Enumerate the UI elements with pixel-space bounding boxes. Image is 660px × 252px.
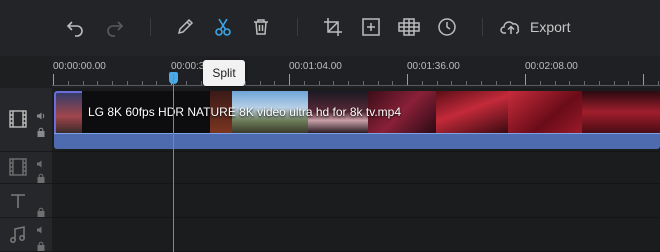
ruler-tick — [436, 81, 438, 85]
export-label: Export — [530, 19, 571, 35]
ruler-tick — [525, 74, 526, 85]
ruler-tick — [613, 81, 615, 85]
mosaic-icon[interactable] — [396, 14, 422, 40]
ruler-tick — [451, 81, 453, 85]
ruler-tick — [97, 81, 99, 85]
clip-thumbnail — [582, 91, 660, 133]
ruler-tick — [510, 81, 512, 85]
track-lock-icon[interactable] — [36, 124, 46, 137]
clip-thumbnail — [508, 91, 582, 133]
music-track-header — [0, 218, 52, 252]
ruler-tick — [348, 81, 349, 85]
text-track-lane[interactable] — [52, 184, 660, 218]
ruler-tick — [185, 81, 187, 85]
music-note-icon — [7, 224, 29, 246]
timeline-ruler[interactable]: 00:00:00.00 00:00:32.00 00:01:04.00 00:0… — [52, 56, 660, 88]
delete-trash-icon[interactable] — [248, 14, 274, 40]
ruler-tick — [539, 81, 541, 85]
ruler-tick — [318, 81, 320, 85]
ruler-label: 00:02:08.00 — [525, 61, 578, 72]
ruler-tick — [141, 81, 143, 85]
ruler-label: 00:01:36.00 — [407, 61, 460, 72]
ruler-tick — [466, 81, 467, 85]
redo-icon[interactable] — [102, 14, 128, 40]
track-lock-icon[interactable] — [36, 170, 46, 183]
video-film-icon — [7, 108, 29, 130]
ruler-tick — [584, 81, 585, 85]
ruler-tick — [407, 74, 408, 85]
ruler-tick — [421, 81, 423, 85]
audio-mute-icon[interactable] — [36, 108, 46, 120]
ruler-tick — [598, 81, 600, 85]
audio-mute-icon[interactable] — [36, 222, 46, 234]
editor-toolbar: Export — [0, 0, 660, 56]
text-t-icon — [7, 190, 29, 212]
ruler-tick — [495, 81, 497, 85]
ruler-tick — [657, 81, 659, 85]
toolbar-divider — [297, 18, 298, 36]
ruler-tick — [303, 81, 305, 85]
clip-audio-waveform — [54, 133, 660, 149]
ruler-tick — [200, 81, 202, 85]
crop-icon[interactable] — [320, 14, 346, 40]
ruler-tick — [480, 81, 482, 85]
undo-icon[interactable] — [62, 14, 88, 40]
toolbar-divider — [150, 18, 151, 36]
overlay-track-lane[interactable] — [52, 152, 660, 184]
audio-mute-icon[interactable] — [36, 156, 46, 168]
video-clip[interactable]: LG 8K 60fps HDR NATURE 8K video ultra hd… — [54, 91, 660, 149]
video-track-header — [0, 88, 52, 152]
ruler-tick — [82, 81, 84, 85]
ruler-tick — [333, 81, 335, 85]
ruler-tick — [274, 81, 276, 85]
export-icon — [500, 21, 520, 34]
ruler-tick — [126, 81, 128, 85]
ruler-tick — [156, 81, 158, 85]
edit-pencil-icon[interactable] — [172, 14, 198, 40]
ruler-tick — [569, 81, 571, 85]
music-track-lane[interactable] — [52, 218, 660, 252]
track-lock-icon[interactable] — [36, 238, 46, 251]
track-lock-icon[interactable] — [36, 204, 46, 217]
text-track-header — [0, 184, 52, 218]
clip-title: LG 8K 60fps HDR NATURE 8K video ultra hd… — [88, 105, 402, 119]
ruler-tick — [554, 81, 556, 85]
ruler-tick — [67, 81, 69, 85]
ruler-tick — [392, 81, 394, 85]
overlay-track-header — [0, 152, 52, 184]
split-tooltip: Split — [203, 60, 245, 86]
ruler-tick — [112, 81, 113, 85]
playhead-line[interactable] — [173, 74, 174, 252]
ruler-tick — [259, 81, 261, 85]
ruler-label: 00:01:04.00 — [289, 61, 342, 72]
clip-thumbnail — [436, 91, 508, 133]
ruler-tick — [628, 81, 630, 85]
speed-clock-icon[interactable] — [434, 14, 460, 40]
zoom-frame-icon[interactable] — [358, 14, 384, 40]
export-button[interactable]: Export — [500, 14, 570, 40]
ruler-tick — [289, 74, 290, 85]
toolbar-divider — [482, 18, 483, 36]
overlay-film-icon — [7, 156, 29, 178]
ruler-label: 00:00:00.00 — [53, 61, 106, 72]
ruler-tick — [377, 81, 379, 85]
ruler-tick — [643, 74, 644, 85]
ruler-baseline — [52, 85, 660, 86]
ruler-tick — [53, 74, 54, 85]
split-scissors-icon[interactable] — [210, 14, 236, 40]
ruler-tick — [362, 81, 364, 85]
